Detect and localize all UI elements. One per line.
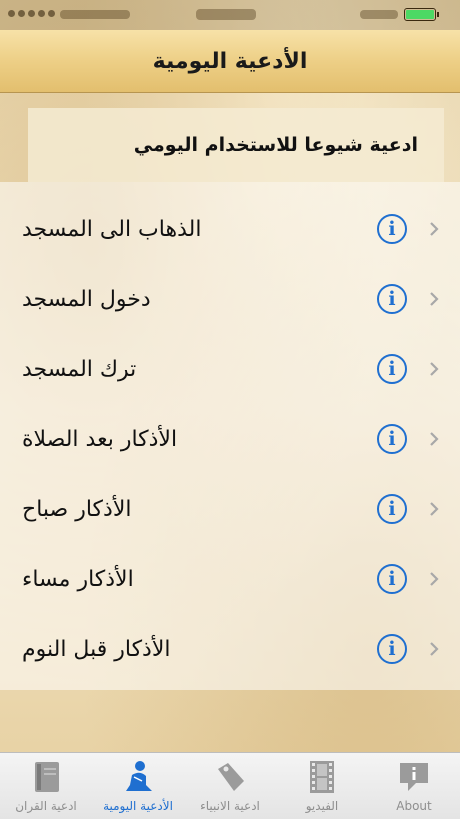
list-item-label: الأذكار صباح (22, 496, 132, 522)
list-item-label: ترك المسجد (22, 356, 137, 382)
info-icon[interactable]: i (377, 354, 407, 384)
info-bubble-icon (400, 763, 428, 791)
list-item[interactable]: دخول المسجد i (0, 264, 460, 334)
list-item[interactable]: الأذكار صباح i (0, 474, 460, 544)
section-header: ادعية شيوعا للاستخدام اليومي (28, 108, 444, 182)
chevron-right-icon (430, 572, 439, 586)
list-item-label: الأذكار بعد الصلاة (22, 426, 178, 452)
tab-label: الفيديو (305, 799, 339, 813)
list-item-label: الأذكار قبل النوم (22, 636, 171, 662)
tag-icon (218, 763, 244, 791)
tab-about[interactable]: About (368, 753, 460, 819)
tab-bar: ادعية القران الأدعية اليومية ادعية الانب… (0, 752, 460, 819)
list-item-label: الأذكار مساء (22, 566, 134, 592)
navigation-bar: الأدعية اليومية (0, 30, 460, 93)
tab-video[interactable]: الفيديو (276, 753, 368, 819)
film-icon (310, 761, 334, 793)
tab-daily-prayers[interactable]: الأدعية اليومية (92, 753, 184, 819)
list-item[interactable]: الأذكار بعد الصلاة i (0, 404, 460, 474)
tab-label: ادعية القران (15, 799, 77, 813)
info-icon[interactable]: i (377, 494, 407, 524)
tab-label: About (396, 799, 432, 813)
info-icon[interactable]: i (377, 284, 407, 314)
chevron-right-icon (430, 362, 439, 376)
book-icon (35, 762, 59, 792)
praying-person-icon (126, 761, 152, 791)
signal-strength-icon (8, 10, 55, 17)
section-title: ادعية شيوعا للاستخدام اليومي (133, 134, 418, 156)
tab-quran-prayers[interactable]: ادعية القران (0, 753, 92, 819)
prayer-list: الذهاب الى المسجد i دخول المسجد i ترك ال… (0, 182, 460, 690)
tab-label: ادعية الانبياء (200, 799, 260, 813)
page-title: الأدعية اليومية (152, 48, 308, 74)
tab-prophets-prayers[interactable]: ادعية الانبياء (184, 753, 276, 819)
info-icon[interactable]: i (377, 214, 407, 244)
status-time (196, 9, 256, 20)
list-item[interactable]: الأذكار مساء i (0, 544, 460, 614)
list-item-label: الذهاب الى المسجد (22, 216, 202, 242)
battery-icon (404, 8, 436, 21)
list-item[interactable]: ترك المسجد i (0, 334, 460, 404)
battery-percent (360, 10, 398, 19)
list-item-label: دخول المسجد (22, 286, 151, 312)
chevron-right-icon (430, 292, 439, 306)
chevron-right-icon (430, 642, 439, 656)
chevron-right-icon (430, 502, 439, 516)
chevron-right-icon (430, 432, 439, 446)
tab-label: الأدعية اليومية (103, 799, 173, 813)
info-icon[interactable]: i (377, 424, 407, 454)
carrier-name (60, 10, 130, 19)
info-icon[interactable]: i (377, 634, 407, 664)
chevron-right-icon (430, 222, 439, 236)
list-item[interactable]: الذهاب الى المسجد i (0, 194, 460, 264)
list-item[interactable]: الأذكار قبل النوم i (0, 614, 460, 684)
status-bar (0, 0, 460, 30)
info-icon[interactable]: i (377, 564, 407, 594)
